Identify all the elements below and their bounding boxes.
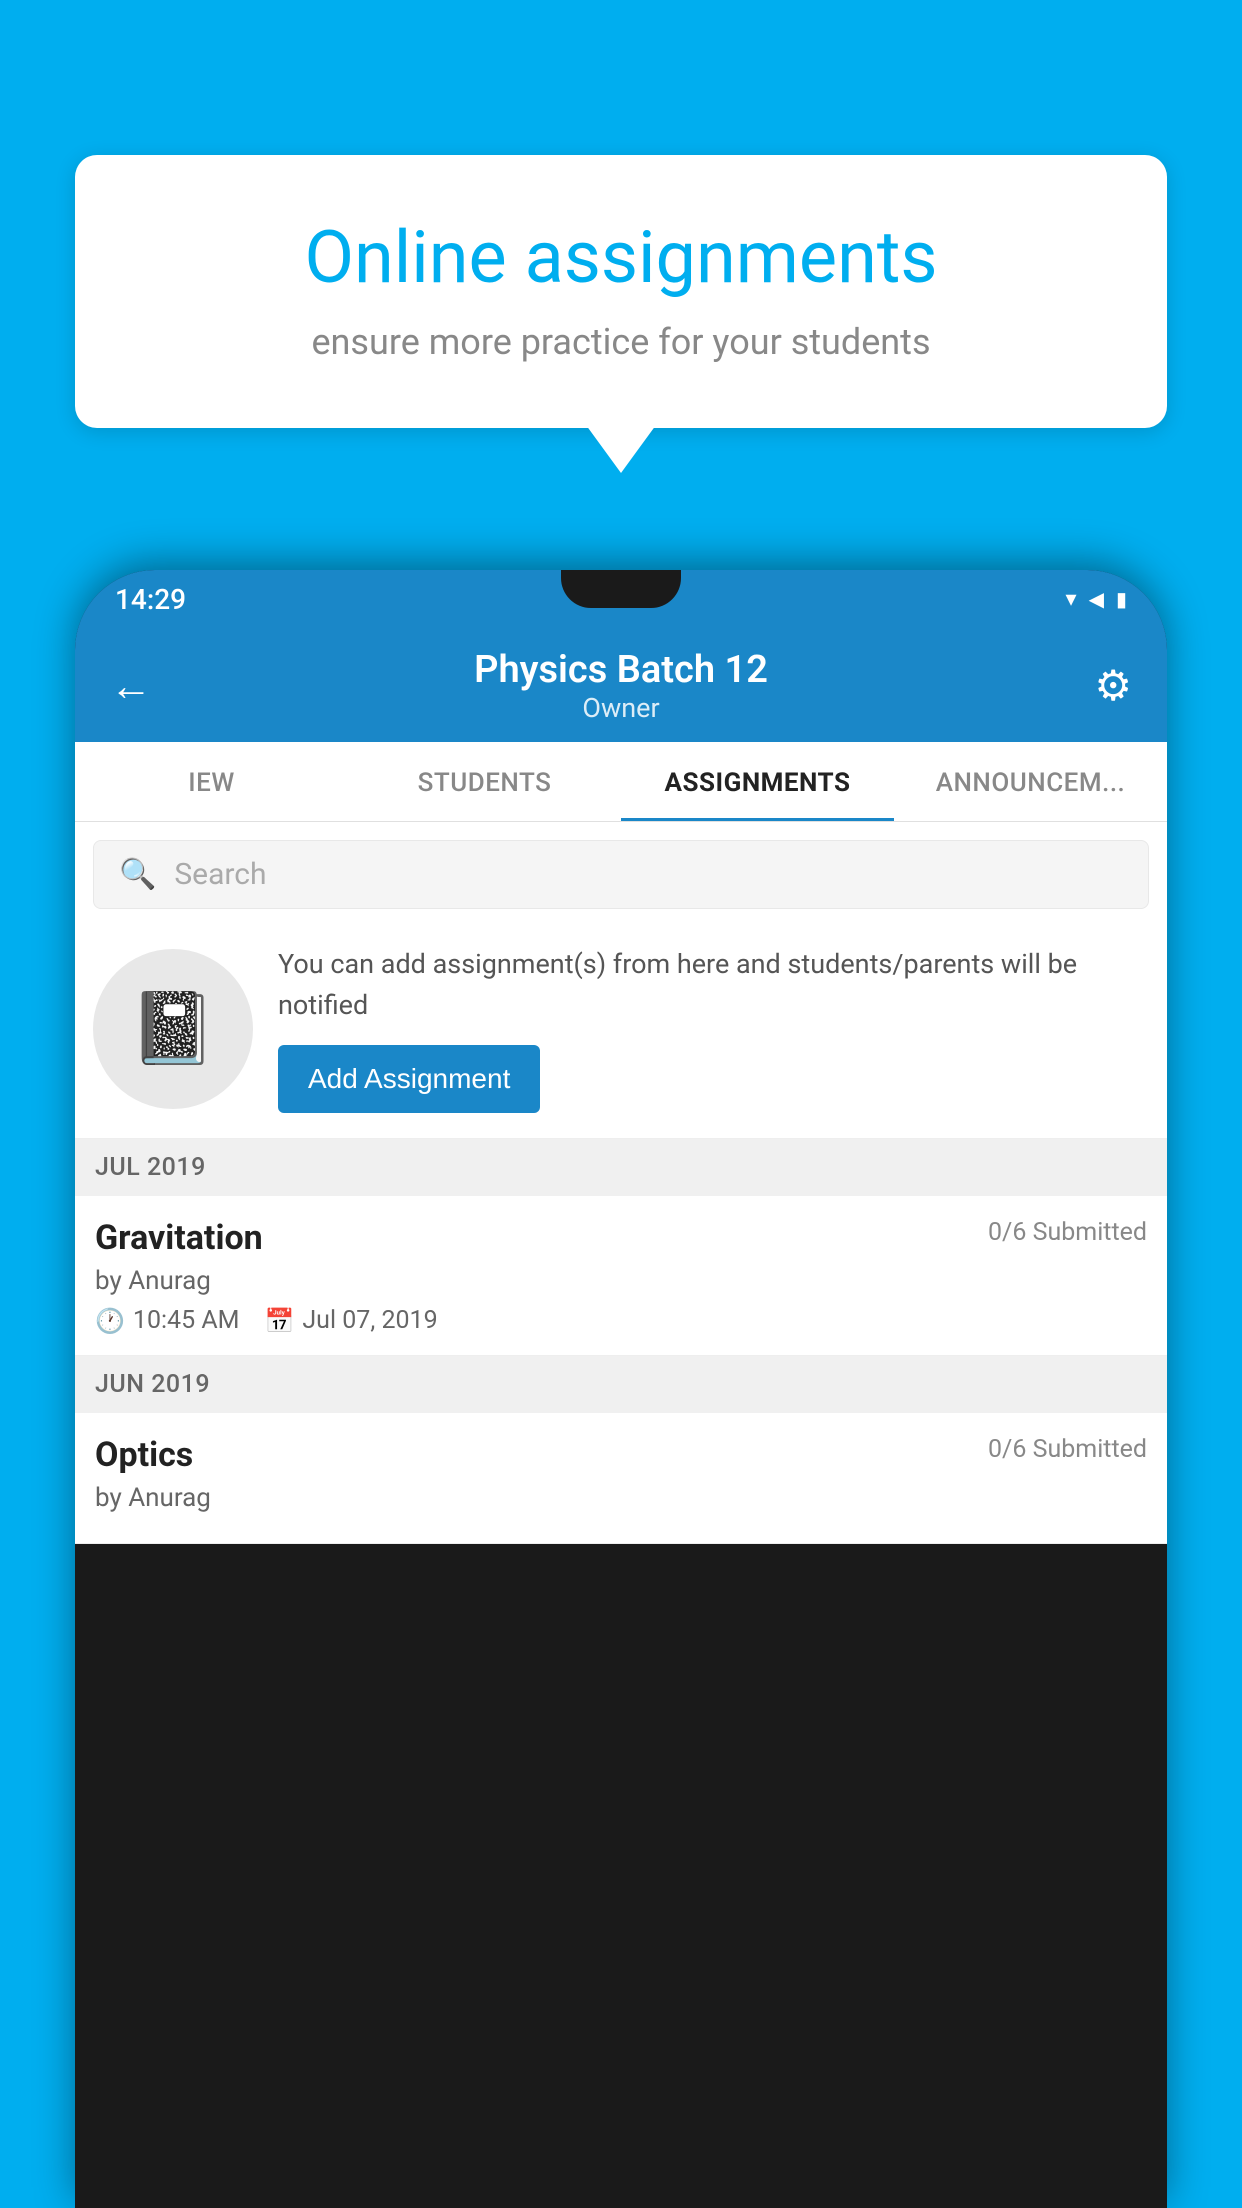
search-bar[interactable]: 🔍 Search [93,840,1149,909]
assignment-meta-gravitation: 🕐 10:45 AM 📅 Jul 07, 2019 [95,1306,1147,1335]
section-header-jun2019: JUN 2019 [75,1356,1167,1413]
assignment-date-value: Jul 07, 2019 [302,1306,437,1335]
app-bar-title: Physics Batch 12 [170,648,1072,692]
signal-icon: ◀ [1089,587,1104,611]
assignment-name-gravitation: Gravitation [95,1218,263,1258]
search-placeholder: Search [174,857,266,892]
tab-assignments[interactable]: ASSIGNMENTS [621,742,894,821]
search-icon: 🔍 [119,857,156,892]
status-bar: 14:29 ▾ ◀ ▮ [75,570,1167,628]
tab-students[interactable]: STUDENTS [348,742,621,821]
speech-bubble: Online assignments ensure more practice … [75,155,1167,428]
back-button[interactable]: ← [110,662,170,711]
battery-icon: ▮ [1116,587,1127,611]
assignment-top: Gravitation 0/6 Submitted [95,1218,1147,1258]
clock-icon: 🕐 [95,1307,125,1335]
phone-frame: 14:29 ▾ ◀ ▮ ← Physics Batch 12 Owner ⚙ I… [75,570,1167,2208]
tab-bar: IEW STUDENTS ASSIGNMENTS ANNOUNCEM... [75,742,1167,822]
assignment-name-optics: Optics [95,1435,193,1475]
section-header-jul2019: JUL 2019 [75,1139,1167,1196]
phone-screen: IEW STUDENTS ASSIGNMENTS ANNOUNCEM... 🔍 … [75,742,1167,1544]
promo-icon-circle: 📓 [93,949,253,1109]
calendar-icon: 📅 [264,1307,294,1335]
assignment-submitted-gravitation: 0/6 Submitted [988,1218,1147,1247]
promo-description: You can add assignment(s) from here and … [278,944,1147,1025]
app-bar: ← Physics Batch 12 Owner ⚙ [75,628,1167,742]
app-bar-center: Physics Batch 12 Owner [170,648,1072,724]
assignment-time-gravitation: 🕐 10:45 AM [95,1306,239,1335]
assignment-time-value: 10:45 AM [133,1306,240,1335]
app-bar-subtitle: Owner [170,692,1072,724]
promo-text: You can add assignment(s) from here and … [278,944,1147,1113]
assignment-by-optics: by Anurag [95,1483,1147,1513]
assignment-top-optics: Optics 0/6 Submitted [95,1435,1147,1475]
wifi-icon: ▾ [1066,587,1077,612]
tab-announcements[interactable]: ANNOUNCEM... [894,742,1167,821]
status-time: 14:29 [115,583,186,616]
settings-icon[interactable]: ⚙ [1072,661,1132,711]
promo-section: 📓 You can add assignment(s) from here an… [75,919,1167,1139]
assignment-item-gravitation[interactable]: Gravitation 0/6 Submitted by Anurag 🕐 10… [75,1196,1167,1356]
phone-notch [561,570,681,608]
assignment-submitted-optics: 0/6 Submitted [988,1435,1147,1464]
bubble-subtitle: ensure more practice for your students [145,321,1097,363]
assignment-date-gravitation: 📅 Jul 07, 2019 [264,1306,437,1335]
speech-bubble-container: Online assignments ensure more practice … [75,155,1167,428]
assignment-item-optics[interactable]: Optics 0/6 Submitted by Anurag [75,1413,1167,1544]
status-icons: ▾ ◀ ▮ [1066,587,1127,612]
assignment-by-gravitation: by Anurag [95,1266,1147,1296]
tab-iew[interactable]: IEW [75,742,348,821]
bubble-title: Online assignments [145,215,1097,301]
add-assignment-button[interactable]: Add Assignment [278,1045,540,1113]
notebook-icon: 📓 [129,988,216,1070]
